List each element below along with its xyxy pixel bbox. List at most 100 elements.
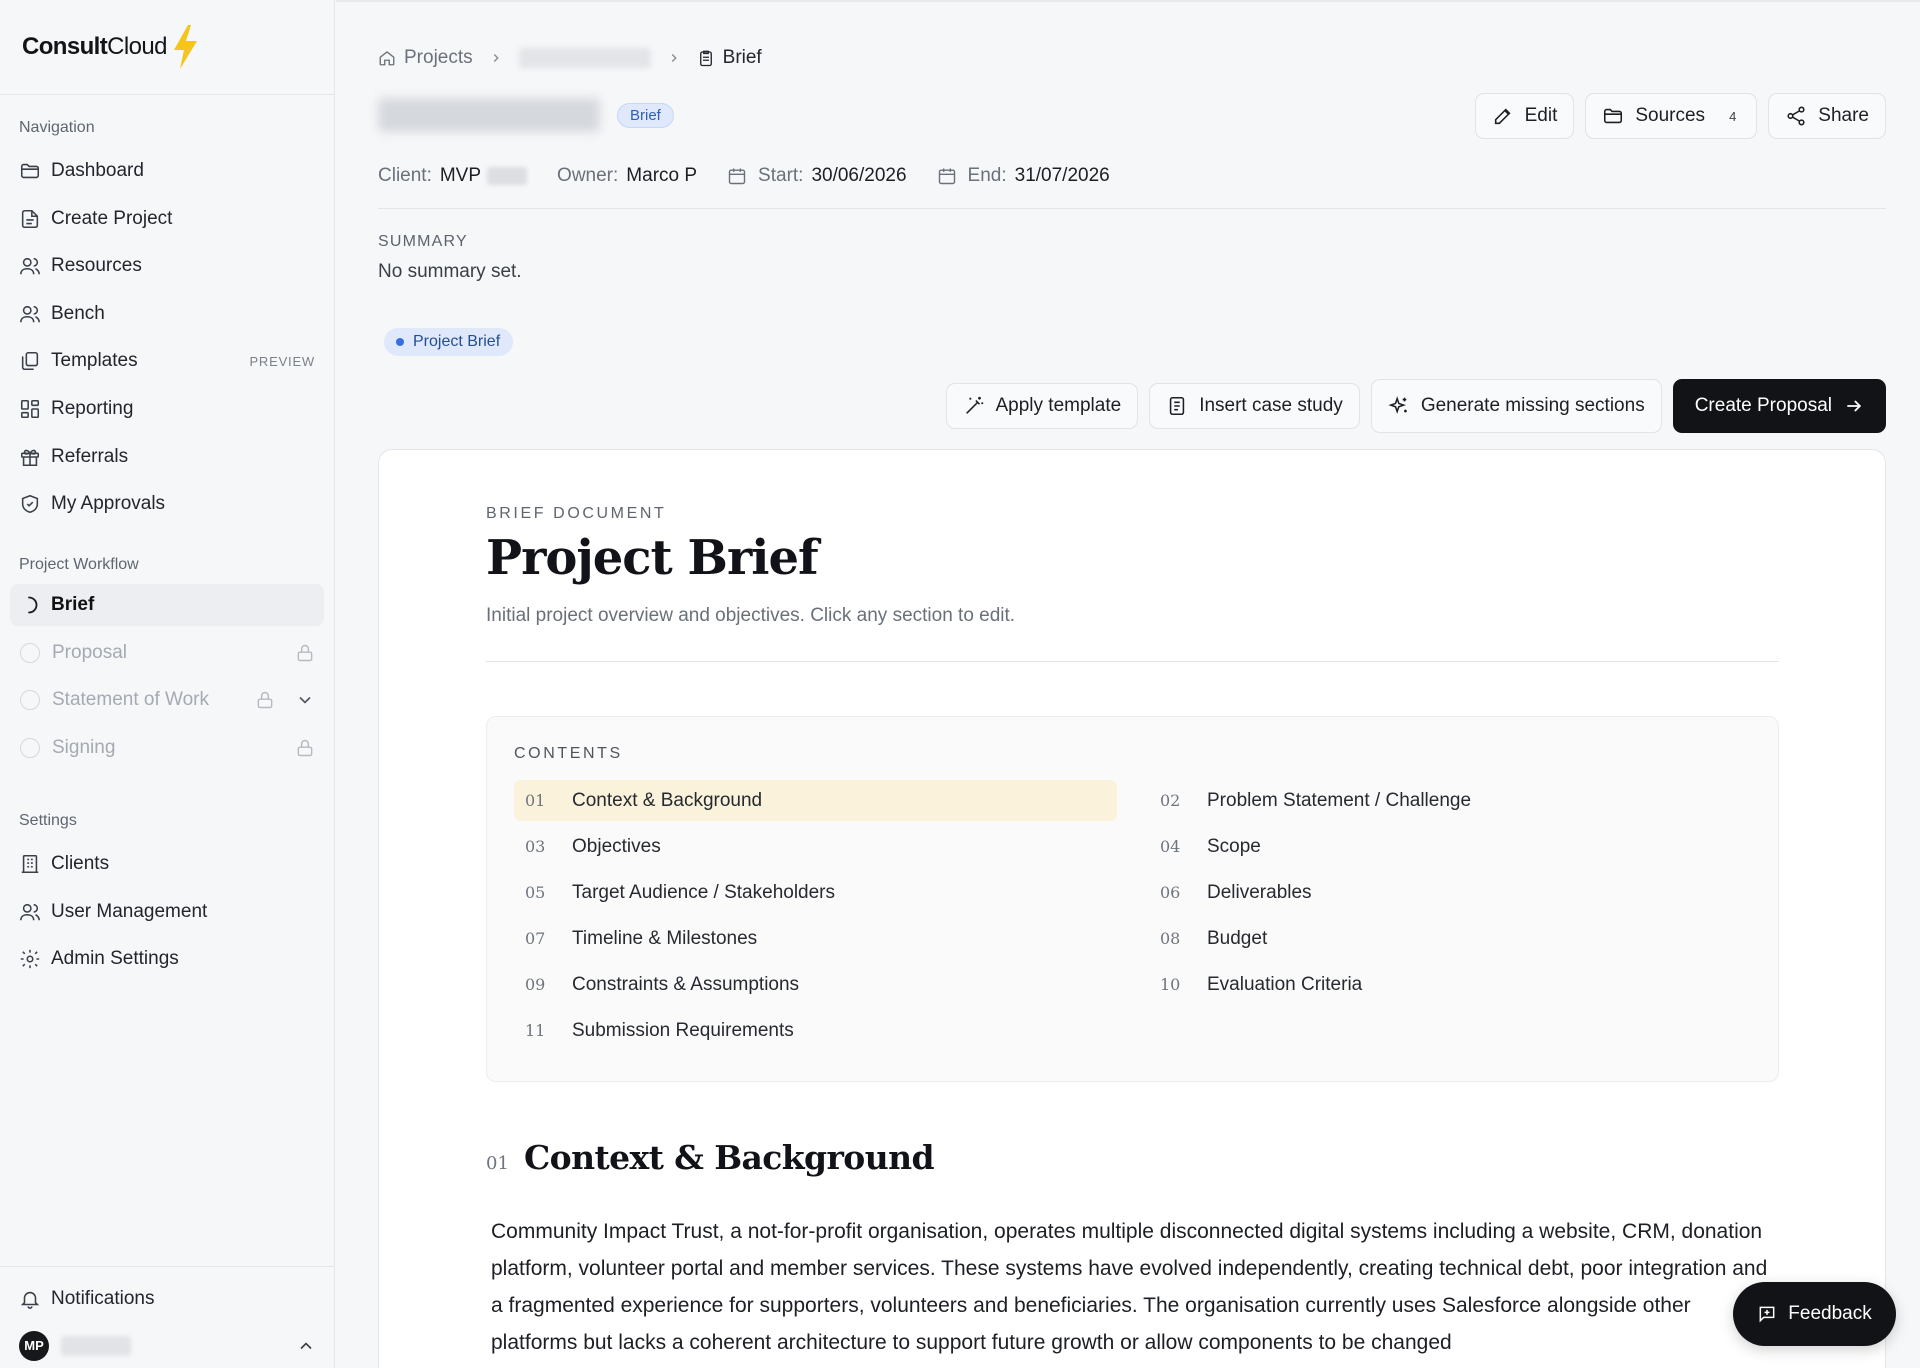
meta-start: Start: 30/06/2026	[727, 165, 907, 187]
nav-label: Reporting	[51, 397, 134, 419]
toc-item[interactable]: 05 Target Audience / Stakeholders	[514, 872, 1117, 913]
start-value: 30/06/2026	[811, 165, 907, 186]
toc-item[interactable]: 07 Timeline & Milestones	[514, 918, 1117, 959]
folder-icon	[19, 160, 41, 182]
edit-button[interactable]: Edit	[1474, 93, 1575, 139]
toc-item[interactable]: 02 Problem Statement / Challenge	[1149, 780, 1752, 821]
project-meta: Client: MVP Owner: Marco P Start: 30/06/…	[378, 164, 1140, 188]
calendar-icon	[727, 166, 747, 186]
create-proposal-button[interactable]: Create Proposal	[1672, 379, 1886, 433]
generate-missing-label: Generate missing sections	[1420, 395, 1645, 416]
copy-icon	[19, 350, 41, 372]
nav-clients[interactable]: Clients	[10, 843, 324, 885]
toc-number: 04	[1160, 837, 1181, 856]
toc-number: 05	[525, 883, 546, 902]
calendar-icon	[937, 166, 957, 186]
meta-client: Client: MVP	[378, 165, 528, 187]
document-card: BRIEF DOCUMENT Project Brief Initial pro…	[378, 449, 1886, 1368]
client-redacted	[487, 167, 528, 185]
section-body[interactable]: Community Impact Trust, a not-for-profit…	[491, 1213, 1781, 1361]
contents-label: CONTENTS	[514, 745, 623, 762]
nav-label: Clients	[51, 852, 110, 874]
nav-referrals[interactable]: Referrals	[10, 436, 324, 478]
nav-bench[interactable]: Bench	[10, 293, 324, 335]
preview-tag: PREVIEW	[249, 353, 315, 369]
toc-item[interactable]: 08 Budget	[1149, 918, 1752, 959]
breadcrumb-current: Brief	[697, 47, 762, 69]
nav-label: Notifications	[51, 1288, 155, 1309]
sparkles-icon	[1388, 395, 1410, 417]
toc-item[interactable]: 03 Objectives	[514, 826, 1117, 867]
shield-check-icon	[19, 493, 41, 515]
users-icon	[19, 255, 41, 277]
toc-label: Context & Background	[572, 789, 763, 811]
magic-wand-icon	[963, 395, 985, 417]
clipboard-icon	[697, 49, 715, 67]
toc-label: Budget	[1207, 927, 1268, 949]
toc-item[interactable]: 01 Context & Background	[514, 780, 1117, 821]
progress-spinner-icon	[19, 595, 39, 615]
nav-create-project[interactable]: Create Project	[10, 198, 324, 240]
section-title: Context & Background	[524, 1138, 935, 1177]
users-icon	[19, 303, 41, 325]
nav-label: Referrals	[51, 445, 129, 467]
brand-name: ConsultCloud	[22, 33, 167, 60]
nav-admin-settings[interactable]: Admin Settings	[10, 938, 324, 980]
toc-number: 10	[1160, 975, 1181, 994]
grid-icon	[19, 398, 41, 420]
generate-missing-sections-button[interactable]: Generate missing sections	[1370, 379, 1662, 433]
nav-notifications[interactable]: Notifications	[10, 1278, 325, 1320]
workflow-signing[interactable]: Signing	[10, 727, 324, 769]
chevron-down-icon[interactable]	[295, 690, 315, 710]
toc-number: 02	[1160, 791, 1181, 810]
share-button[interactable]: Share	[1768, 93, 1886, 139]
sources-button[interactable]: Sources 4	[1585, 93, 1758, 139]
toc-item[interactable]: 04 Scope	[1149, 826, 1752, 867]
nav-reporting[interactable]: Reporting	[10, 388, 324, 430]
workflow-statement-of-work[interactable]: Statement of Work	[10, 679, 324, 721]
document-title[interactable]: Project Brief	[486, 530, 819, 586]
top-divider	[336, 0, 1920, 2]
nav-label: Admin Settings	[51, 948, 179, 970]
nav-label: Statement of Work	[52, 689, 209, 711]
toc-label: Constraints & Assumptions	[572, 973, 800, 995]
user-menu[interactable]: MP	[10, 1326, 325, 1366]
toc-item[interactable]: 09 Constraints & Assumptions	[514, 964, 1117, 1005]
step-circle-icon	[20, 737, 40, 758]
toc-item[interactable]: 11 Submission Requirements	[514, 1010, 1117, 1051]
nav-dashboard[interactable]: Dashboard	[10, 150, 324, 192]
step-circle-icon	[20, 690, 40, 711]
nav-label: Signing	[52, 736, 116, 758]
avatar: MP	[19, 1330, 49, 1361]
apply-template-button[interactable]: Apply template	[945, 383, 1139, 429]
nav-label: Brief	[51, 594, 95, 616]
lock-icon	[255, 690, 275, 710]
toc-item[interactable]: 10 Evaluation Criteria	[1149, 964, 1752, 1005]
document-tab-project-brief[interactable]: Project Brief	[384, 328, 514, 356]
nav-label: Dashboard	[51, 160, 144, 181]
workflow-proposal[interactable]: Proposal	[10, 632, 324, 674]
insert-case-study-button[interactable]: Insert case study	[1149, 383, 1360, 429]
toc-label: Target Audience / Stakeholders	[572, 881, 836, 903]
gear-icon	[19, 948, 41, 970]
summary-text[interactable]: No summary set.	[378, 261, 522, 283]
chevron-right-icon	[667, 51, 681, 65]
toc-item[interactable]: 06 Deliverables	[1149, 872, 1752, 913]
main-content: Projects Brief Brief Edit Sources 4 Shar…	[336, 0, 1920, 1368]
nav-resources[interactable]: Resources	[10, 245, 324, 287]
create-proposal-label: Create Proposal	[1694, 395, 1832, 416]
share-label: Share	[1818, 105, 1869, 126]
nav-my-approvals[interactable]: My Approvals	[10, 483, 324, 525]
breadcrumb-projects[interactable]: Projects	[404, 47, 473, 69]
document-toolbar: Apply template Insert case study Generat…	[945, 379, 1886, 433]
chevron-up-icon[interactable]	[296, 1336, 316, 1356]
section-heading[interactable]: 01 Context & Background	[486, 1138, 935, 1177]
nav-user-management[interactable]: User Management	[10, 891, 324, 933]
workflow-brief[interactable]: Brief	[10, 584, 324, 627]
nav-templates[interactable]: Templates PREVIEW	[10, 340, 324, 382]
end-value: 31/07/2026	[1014, 165, 1110, 186]
feedback-button[interactable]: Feedback	[1733, 1282, 1896, 1346]
brand-logo[interactable]: ConsultCloud	[0, 0, 334, 95]
sidebar: ConsultCloud Navigation Dashboard Create…	[0, 0, 335, 1368]
breadcrumb-project-redacted[interactable]	[518, 48, 651, 68]
